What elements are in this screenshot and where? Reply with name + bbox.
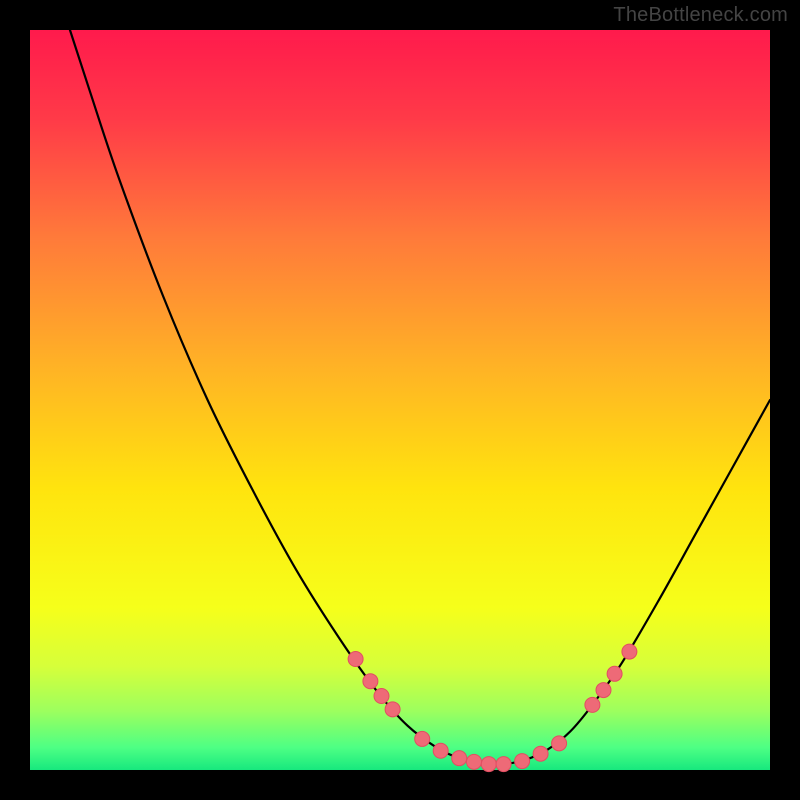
data-marker [452,751,467,766]
plot-background [30,30,770,770]
data-marker [348,652,363,667]
data-marker [415,731,430,746]
data-marker [552,736,567,751]
data-marker [385,702,400,717]
data-marker [467,754,482,769]
data-marker [596,683,611,698]
data-marker [496,757,511,772]
data-marker [585,697,600,712]
data-marker [433,743,448,758]
data-marker [515,754,530,769]
data-marker [481,757,496,772]
data-marker [607,666,622,681]
chart-frame: TheBottleneck.com [0,0,800,800]
data-marker [533,746,548,761]
data-marker [374,689,389,704]
data-marker [363,674,378,689]
data-marker [622,644,637,659]
bottleneck-chart [0,0,800,800]
